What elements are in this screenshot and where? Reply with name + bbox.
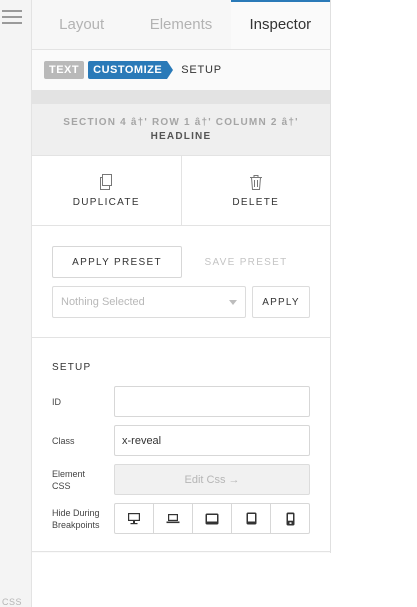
breakpoints-label-line1: Hide During — [52, 507, 100, 518]
app: CSS Layout Elements Inspector TEXT CUSTO… — [0, 0, 417, 607]
divider-bar — [32, 90, 330, 104]
edit-css-button[interactable]: Edit Css → — [114, 464, 310, 495]
preset-buttons: APPLY PRESET SAVE PRESET — [52, 246, 310, 278]
element-css-label-line2: CSS — [52, 480, 71, 491]
laptop-icon — [166, 514, 180, 524]
trash-icon — [249, 174, 262, 190]
breadcrumb-current: SETUP — [181, 64, 222, 76]
breadcrumb: TEXT CUSTOMIZE SETUP — [32, 50, 330, 90]
tab-elements[interactable]: Elements — [131, 0, 230, 49]
preset-select-value: Nothing Selected — [61, 296, 145, 308]
duplicate-label: DUPLICATE — [72, 196, 140, 208]
delete-button[interactable]: DELETE — [180, 156, 331, 225]
save-preset-button[interactable]: SAVE PRESET — [182, 246, 310, 278]
preset-select[interactable]: Nothing Selected — [52, 286, 246, 318]
panel-footer-space — [32, 553, 331, 607]
breakpoint-phone-toggle[interactable] — [270, 504, 309, 533]
breadcrumb-customize[interactable]: CUSTOMIZE — [88, 61, 174, 79]
breakpoint-tablet-landscape-toggle[interactable] — [192, 504, 231, 533]
hamburger-menu-icon[interactable] — [2, 10, 22, 24]
breakpoints-label: Hide During Breakpoints — [52, 507, 114, 531]
element-css-label-line1: Element — [52, 468, 86, 479]
left-rail: CSS — [0, 0, 32, 607]
duplicate-icon — [100, 173, 113, 190]
element-path: SECTION 4 â†' ROW 1 â†' COLUMN 2 â†' HEA… — [32, 104, 330, 156]
action-row: DUPLICATE DELETE — [32, 156, 330, 226]
chevron-down-icon — [229, 299, 237, 305]
breakpoint-desktop-toggle[interactable] — [115, 504, 153, 533]
breakpoint-tablet-portrait-toggle[interactable] — [231, 504, 270, 533]
inspector-panel: Layout Elements Inspector TEXT CUSTOMIZE… — [32, 0, 331, 607]
phone-icon — [286, 512, 294, 525]
element-css-label: Element CSS — [52, 468, 114, 492]
breakpoint-toggles — [114, 503, 310, 534]
breakpoints-row: Hide During Breakpoints — [52, 503, 310, 534]
breakpoint-laptop-toggle[interactable] — [153, 504, 192, 533]
class-row: Class — [52, 425, 310, 456]
class-input[interactable] — [114, 425, 310, 456]
delete-label: DELETE — [232, 196, 280, 208]
css-label[interactable]: CSS — [2, 597, 22, 607]
id-label: ID — [52, 396, 61, 407]
apply-button[interactable]: APPLY — [252, 286, 310, 318]
preset-section: APPLY PRESET SAVE PRESET Nothing Selecte… — [32, 226, 330, 338]
element-css-row: Element CSS Edit Css → — [52, 464, 310, 495]
id-input[interactable] — [114, 386, 310, 417]
desktop-icon — [128, 513, 140, 525]
class-label: Class — [52, 435, 75, 446]
tablet-portrait-icon — [246, 512, 256, 525]
tablet-landscape-icon — [205, 513, 219, 524]
tab-inspector[interactable]: Inspector — [230, 0, 331, 49]
breakpoints-label-line2: Breakpoints — [52, 519, 100, 530]
apply-preset-button[interactable]: APPLY PRESET — [52, 246, 182, 278]
tab-layout[interactable]: Layout — [32, 0, 131, 49]
preset-select-row: Nothing Selected APPLY — [52, 286, 310, 318]
setup-title: SETUP — [52, 362, 92, 373]
element-name: HEADLINE — [150, 131, 212, 142]
id-row: ID — [52, 386, 310, 417]
tab-bar: Layout Elements Inspector — [32, 0, 331, 50]
duplicate-button[interactable]: DUPLICATE — [32, 156, 181, 225]
element-path-line: SECTION 4 â†' ROW 1 â†' COLUMN 2 â†' — [63, 117, 299, 128]
breadcrumb-text[interactable]: TEXT — [44, 61, 85, 79]
setup-section: SETUP ID Class Element CSS Edit Css → — [32, 338, 330, 552]
